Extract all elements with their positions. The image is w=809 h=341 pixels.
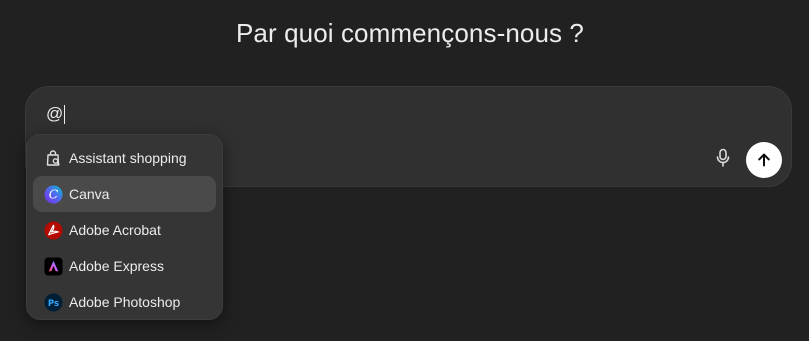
arrow-up-icon [758, 153, 770, 167]
canva-logo-icon: C [43, 184, 63, 204]
menu-item-adobe-photoshop[interactable]: Ps Adobe Photoshop [33, 284, 216, 320]
prompt-input[interactable]: @ [46, 104, 66, 124]
menu-item-label: Adobe Acrobat [69, 222, 161, 238]
page: Par quoi commençons-nous ? @ Assistant s… [0, 0, 809, 341]
shopping-bag-search-icon [43, 148, 63, 168]
adobe-photoshop-icon: Ps [43, 292, 63, 312]
prompt-input-value: @ [46, 104, 64, 123]
menu-item-label: Assistant shopping [69, 150, 187, 166]
svg-text:Ps: Ps [47, 298, 58, 308]
page-title: Par quoi commençons-nous ? [235, 18, 584, 48]
mention-menu: Assistant shopping C Canva Adobe Acrobat… [26, 134, 223, 320]
menu-item-adobe-acrobat[interactable]: Adobe Acrobat [33, 212, 216, 248]
send-button[interactable] [746, 142, 782, 178]
svg-text:C: C [48, 187, 58, 201]
menu-item-label: Adobe Express [69, 258, 164, 274]
text-caret [64, 104, 66, 124]
menu-item-adobe-express[interactable]: Adobe Express [33, 248, 216, 284]
menu-item-assistant-shopping[interactable]: Assistant shopping [33, 140, 216, 176]
microphone-button[interactable] [712, 147, 734, 169]
menu-item-label: Adobe Photoshop [69, 294, 181, 310]
microphone-icon [716, 148, 730, 167]
adobe-express-icon [43, 256, 63, 276]
menu-item-canva[interactable]: C Canva [33, 176, 216, 212]
adobe-acrobat-icon [43, 220, 63, 240]
menu-item-label: Canva [69, 186, 110, 202]
